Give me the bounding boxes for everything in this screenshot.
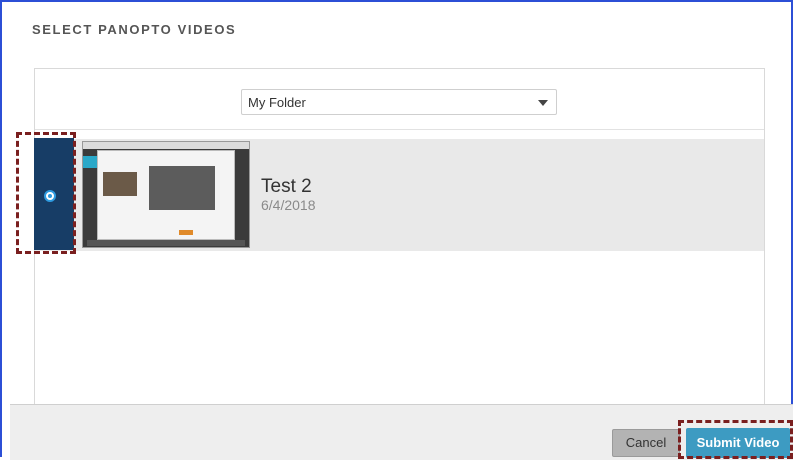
dialog-frame: SELECT PANOPTO VIDEOS My Folder Test 2 6… bbox=[0, 0, 793, 457]
dialog-title: SELECT PANOPTO VIDEOS bbox=[32, 22, 237, 37]
video-title: Test 2 bbox=[261, 176, 312, 197]
video-date: 6/4/2018 bbox=[261, 197, 316, 213]
video-thumbnail bbox=[82, 141, 250, 248]
divider bbox=[35, 129, 764, 130]
chevron-down-icon bbox=[538, 100, 548, 106]
folder-dropdown-value: My Folder bbox=[248, 95, 306, 110]
cancel-button[interactable]: Cancel bbox=[612, 429, 680, 457]
folder-dropdown[interactable]: My Folder bbox=[241, 89, 557, 115]
submit-highlight-box bbox=[678, 420, 793, 459]
selection-highlight-box bbox=[16, 132, 76, 254]
